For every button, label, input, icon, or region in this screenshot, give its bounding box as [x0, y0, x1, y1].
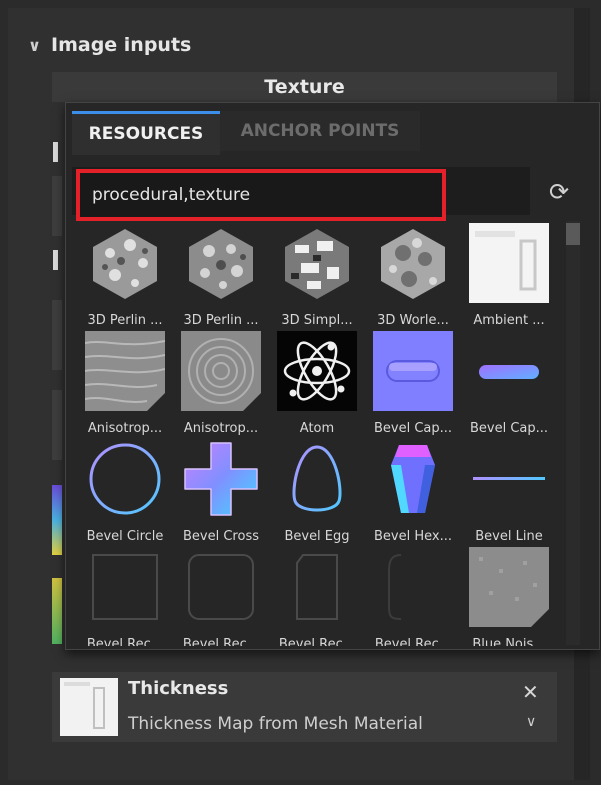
resource-item[interactable]: Bevel Hex... — [368, 439, 458, 544]
bevel-line-thumb — [473, 477, 545, 480]
resource-item[interactable]: 3D Perlin ... — [176, 223, 266, 328]
resource-item[interactable]: 3D Worle... — [368, 223, 458, 328]
resource-label: Bevel Circle — [86, 529, 164, 544]
tab-anchor-points[interactable]: ANCHOR POINTS — [220, 111, 420, 151]
bevel-cross-thumb — [184, 442, 258, 516]
resource-label: Bevel Rec... — [182, 637, 260, 646]
chevron-down-icon[interactable]: ∨ — [28, 36, 41, 55]
bevel-rectangle-thumb — [388, 554, 402, 620]
resource-label: Blue Nois... — [472, 637, 546, 646]
slot-indicator — [53, 142, 58, 162]
bevel-capsule-thumb — [469, 331, 549, 411]
resource-label: Bevel Egg — [284, 529, 350, 544]
thickness-title: Thickness — [128, 678, 229, 699]
resource-label: Bevel Cap... — [469, 421, 549, 436]
resource-label: Bevel Hex... — [374, 529, 452, 544]
resource-item[interactable]: 3D Simpl... — [272, 223, 362, 328]
resource-label: Bevel Rec... — [278, 637, 356, 646]
slot-stub — [52, 578, 62, 644]
anisotropic-noise-thumb — [84, 331, 166, 411]
resource-item[interactable]: Bevel Rec... — [272, 547, 362, 646]
bevel-rectangle-thumb — [296, 554, 338, 620]
bevel-rectangle-thumb — [92, 554, 158, 620]
slot-indicator — [53, 250, 58, 270]
tab-resources[interactable]: RESOURCES — [72, 111, 220, 155]
section-header-image-inputs[interactable]: ∨ Image inputs — [28, 34, 191, 56]
anisotropic-noise-thumb — [181, 331, 261, 411]
resource-item[interactable]: 3D Perlin ... — [80, 223, 170, 328]
noise-cube-icon — [381, 229, 445, 299]
grid-scrollbar[interactable] — [566, 221, 580, 645]
resource-label: 3D Perlin ... — [183, 313, 259, 328]
texture-header: Texture — [52, 72, 557, 102]
section-title: Image inputs — [51, 34, 192, 56]
thickness-subtitle[interactable]: Thickness Map from Mesh Material — [128, 714, 423, 734]
resource-label: Atom — [299, 421, 335, 436]
thickness-input-slot[interactable]: Thickness Thickness Map from Mesh Materi… — [52, 672, 557, 742]
resource-item[interactable]: Blue Nois... — [464, 547, 554, 646]
resource-item[interactable]: Anisotrop... — [80, 331, 170, 436]
resource-item[interactable]: Bevel Rec... — [368, 547, 458, 646]
scrollbar-thumb[interactable] — [566, 223, 580, 245]
resource-picker-popup: RESOURCES ANCHOR POINTS ⟳ 3D Perlin ... … — [65, 102, 600, 650]
resource-label: 3D Perlin ... — [87, 313, 163, 328]
noise-cube-icon — [93, 229, 157, 299]
resource-item[interactable]: Bevel Rec... — [80, 547, 170, 646]
thickness-thumbnail — [60, 678, 118, 736]
resource-label: 3D Worle... — [377, 313, 449, 328]
resource-item[interactable]: Bevel Rec... — [176, 547, 266, 646]
bevel-egg-thumb — [292, 445, 342, 512]
search-input[interactable] — [76, 169, 446, 221]
slot-stub — [52, 390, 62, 460]
resource-label: Bevel Cap... — [373, 421, 453, 436]
slot-stub — [52, 176, 62, 236]
resource-item[interactable]: Bevel Line — [464, 439, 554, 544]
ambient-occlusion-thumb — [469, 223, 549, 303]
chevron-down-icon[interactable]: ∨ — [526, 714, 536, 730]
resource-label: Anisotrop... — [183, 421, 259, 436]
resource-grid: 3D Perlin ... 3D Perlin ... 3D Simpl... — [80, 223, 565, 646]
resource-label: Bevel Cross — [183, 529, 259, 544]
resource-item[interactable]: Bevel Cap... — [464, 331, 554, 436]
blue-noise-thumb — [469, 547, 549, 627]
close-icon[interactable]: ✕ — [522, 680, 539, 704]
resource-label: Bevel Rec... — [86, 637, 164, 646]
resource-item[interactable]: Ambient ... — [464, 223, 554, 328]
slot-stub — [52, 300, 62, 370]
resource-item[interactable]: Anisotrop... — [176, 331, 266, 436]
resource-item[interactable]: Bevel Circle — [80, 439, 170, 544]
bevel-circle-thumb — [89, 443, 161, 515]
resource-item[interactable]: Bevel Egg — [272, 439, 362, 544]
reload-icon[interactable]: ⟳ — [544, 177, 574, 207]
resource-item[interactable]: Atom — [272, 331, 362, 436]
resource-label: 3D Simpl... — [281, 313, 353, 328]
bevel-hexagon-thumb — [391, 445, 435, 513]
resource-label: Anisotrop... — [87, 421, 163, 436]
picker-tabs: RESOURCES ANCHOR POINTS — [72, 111, 420, 155]
atom-icon — [277, 331, 357, 411]
search-bar — [72, 167, 530, 221]
resource-label: Ambient ... — [473, 313, 545, 328]
resource-label: Bevel Rec... — [374, 637, 452, 646]
slot-stub — [52, 485, 62, 555]
bevel-rectangle-thumb — [188, 554, 254, 620]
noise-cube-icon — [189, 229, 253, 299]
noise-cube-icon — [285, 229, 349, 299]
bevel-capsule-thumb — [373, 331, 453, 411]
resource-label: Bevel Line — [475, 529, 543, 544]
resource-item[interactable]: Bevel Cap... — [368, 331, 458, 436]
resource-item[interactable]: Bevel Cross — [176, 439, 266, 544]
